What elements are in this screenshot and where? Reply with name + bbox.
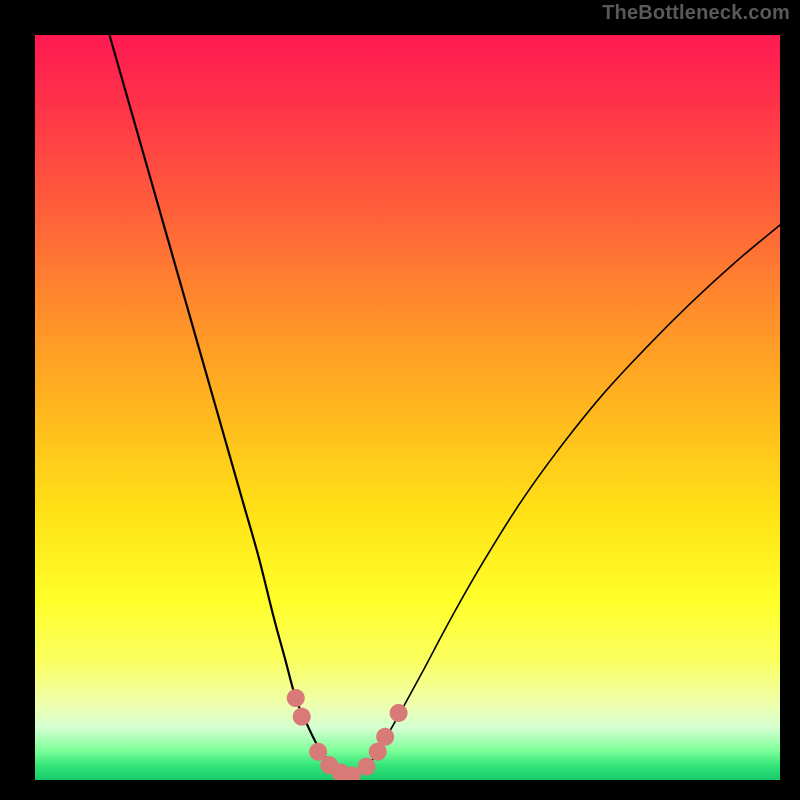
chart-svg bbox=[35, 35, 780, 780]
plot-area bbox=[35, 35, 780, 780]
watermark-text: TheBottleneck.com bbox=[602, 2, 790, 25]
marker-point bbox=[390, 704, 408, 722]
chart-frame: TheBottleneck.com bbox=[0, 0, 800, 800]
marker-point bbox=[358, 758, 376, 776]
marker-point bbox=[293, 708, 311, 726]
curve-left-branch bbox=[110, 35, 352, 776]
curve-right-branch bbox=[352, 225, 780, 776]
marker-point bbox=[287, 689, 305, 707]
marker-point bbox=[376, 728, 394, 746]
curve-markers bbox=[287, 689, 408, 780]
